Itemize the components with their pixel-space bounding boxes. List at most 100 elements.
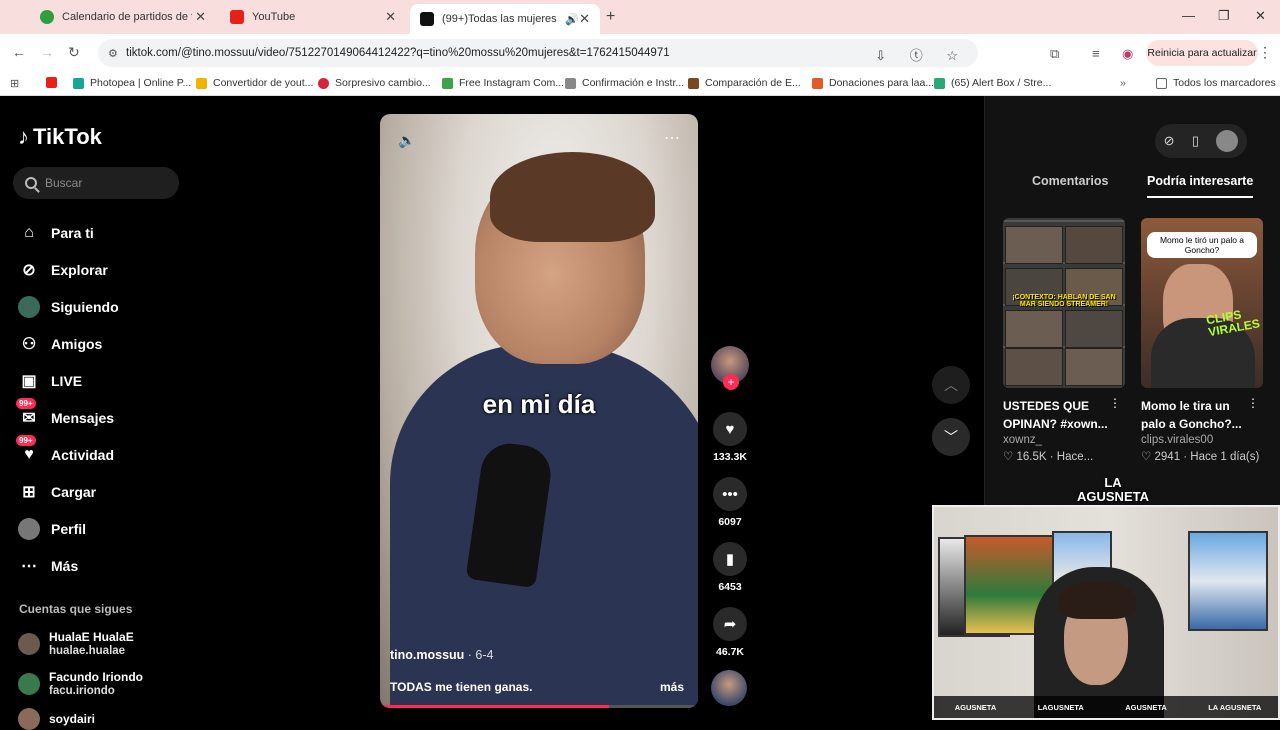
reload-icon[interactable]: ↻	[68, 44, 80, 61]
search-input[interactable]	[45, 176, 165, 190]
more-options-icon[interactable]: ⋯	[664, 128, 680, 148]
more-description-link[interactable]: más	[660, 680, 684, 694]
share-button[interactable]: ➦ 46.7K	[708, 607, 752, 658]
live-icon: ▣	[21, 372, 37, 390]
extensions-icon[interactable]: ⧉	[1050, 46, 1059, 62]
video-thumbnail: Momo le tiró un palo a Goncho? CLIPS VIR…	[1141, 218, 1263, 388]
activity-icon: ♥ 99+	[16, 434, 40, 466]
more-icon: ⋯	[21, 557, 37, 575]
recommended-video-card[interactable]: ¡CONTEXTO: HABLAN DE SAN MAR SIENDO STRE…	[1003, 218, 1125, 463]
nav-actividad[interactable]: ♥ 99+ Actividad	[16, 434, 119, 473]
tiktok-logo[interactable]: ♪ TikTok	[18, 124, 102, 150]
video-progress-bar[interactable]	[380, 705, 698, 708]
restore-icon[interactable]: ❐	[1218, 8, 1230, 24]
notification-badge: 99+	[16, 434, 36, 446]
post-date: · 6-4	[467, 648, 494, 662]
forward-icon[interactable]: →	[40, 44, 54, 60]
heart-icon: ♥	[713, 412, 747, 446]
close-icon[interactable]: ✕	[385, 9, 396, 25]
compass-icon: ⊘	[22, 261, 36, 279]
comment-button[interactable]: ••• 6097	[708, 477, 752, 528]
nav-para-ti[interactable]: ⌂ Para ti	[18, 214, 119, 251]
bookmark-label: Free Instagram Com...	[459, 77, 565, 89]
bookmark-sorpresivo[interactable]: Sorpresivo cambio...	[318, 77, 431, 89]
site-icon	[934, 77, 945, 89]
nav-siguiendo[interactable]: Siguiendo	[18, 288, 119, 325]
card-author[interactable]: clips.virales00	[1141, 434, 1263, 446]
tab-podria-interesarte[interactable]: Podría interesarte	[1147, 174, 1254, 198]
like-button[interactable]: ♥ 133.3K	[708, 412, 752, 463]
tab-title: YouTube	[252, 11, 296, 23]
all-bookmarks[interactable]: Todos los marcadores	[1156, 77, 1276, 89]
nav-label: Más	[51, 557, 79, 574]
share-count: 46.7K	[715, 646, 745, 658]
recommended-video-card[interactable]: Momo le tiró un palo a Goncho? CLIPS VIR…	[1141, 218, 1263, 463]
omnibox-actions[interactable]: ⇩ ⓣ ☆	[875, 45, 968, 64]
comment-icon: •••	[713, 477, 747, 511]
new-tab-button[interactable]: +	[606, 8, 615, 26]
minimize-icon[interactable]: —	[1182, 8, 1195, 23]
address-bar[interactable]: ⚙ tiktok.com/@tino.mossuu/video/75122701…	[98, 39, 978, 67]
bookmark-instagram[interactable]: Free Instagram Com...	[442, 77, 564, 89]
nav-cargar[interactable]: ⊞ Cargar	[18, 473, 119, 510]
browser-tab-tiktok[interactable]: (99+)Todas las mujeres me 🔊 ✕	[410, 4, 600, 34]
phone-icon[interactable]: ▯	[1192, 133, 1199, 149]
account-item[interactable]: HualaE HualaE hualae.hualae	[18, 630, 134, 658]
browser-tabstrip: Calendario de partidos de fútbol ✕ YouTu…	[0, 0, 1280, 34]
bookmark-youtube[interactable]	[46, 77, 63, 88]
next-video-button[interactable]: ﹀	[932, 418, 970, 456]
bookmark-photopea[interactable]: Photopea | Online P...	[73, 77, 191, 89]
profile-icon[interactable]: ◉	[1122, 46, 1133, 62]
search-box[interactable]	[13, 167, 179, 199]
photopea-icon	[73, 77, 84, 89]
bookmark-confirmacion[interactable]: Confirmación e Instr...	[565, 77, 684, 89]
upload-icon: ⊞	[22, 483, 36, 501]
video-player[interactable]: 🔈 ⋯ en mi día tino.mossuu · 6-4 TODAS me…	[380, 114, 698, 708]
site-info-icon[interactable]: ⚙	[108, 47, 118, 60]
bookmark-label: Sorpresivo cambio...	[335, 77, 431, 89]
save-button[interactable]: ▮ 6453	[708, 542, 752, 593]
tab-comentarios[interactable]: Comentarios	[1032, 174, 1108, 188]
media-icon[interactable]: ≡	[1092, 46, 1100, 61]
volume-icon[interactable]: 🔈	[398, 132, 415, 149]
video-author[interactable]: tino.mossuu · 6-4	[390, 648, 494, 662]
bookmark-comparacion[interactable]: Comparación de E...	[688, 77, 801, 89]
speaker-icon[interactable]: 🔊	[565, 13, 579, 26]
follow-plus-icon[interactable]: +	[723, 374, 739, 390]
nav-amigos[interactable]: ⚇ Amigos	[18, 325, 119, 362]
nav-explorar[interactable]: ⊘ Explorar	[18, 251, 119, 288]
nav-mensajes[interactable]: ✉ 99+ Mensajes	[16, 397, 119, 436]
card-menu-icon[interactable]: ⋮	[1109, 396, 1121, 410]
nav-mas[interactable]: ⋯ Más	[18, 547, 119, 584]
card-menu-icon[interactable]: ⋮	[1247, 396, 1259, 410]
browser-menu-icon[interactable]: ⋮	[1258, 44, 1272, 61]
coin-icon[interactable]: ⊘	[1164, 133, 1175, 149]
sound-avatar[interactable]	[711, 670, 747, 706]
browser-tab-youtube[interactable]: YouTube ✕	[220, 4, 406, 30]
bookmark-label: (65) Alert Box / Stre...	[951, 77, 1052, 89]
close-icon[interactable]: ✕	[579, 11, 590, 27]
nav-perfil[interactable]: Perfil	[18, 510, 119, 547]
card-author[interactable]: xownz_	[1003, 434, 1125, 446]
close-window-icon[interactable]: ✕	[1255, 8, 1266, 24]
profile-icon	[18, 517, 40, 540]
account-item[interactable]: soydairi	[18, 708, 95, 730]
more-bookmarks-icon[interactable]: »	[1120, 77, 1126, 89]
previous-video-button[interactable]: ︿	[932, 366, 970, 404]
browser-tab-calendario[interactable]: Calendario de partidos de fútbol ✕	[30, 4, 216, 30]
bookmark-donaciones[interactable]: Donaciones para laa...	[812, 77, 934, 89]
nav-label: LIVE	[51, 372, 83, 389]
avatar[interactable]	[1216, 130, 1239, 152]
bookmark-alertbox[interactable]: (65) Alert Box / Stre...	[934, 77, 1051, 89]
bookmark-label: Comparación de E...	[705, 77, 801, 89]
account-handle: hualae.hualae	[49, 645, 126, 657]
card-title: Momo le tira un palo a Goncho?...	[1141, 397, 1263, 433]
nav-live[interactable]: ▣ LIVE	[18, 362, 119, 399]
bookmark-convertidor[interactable]: Convertidor de yout...	[196, 77, 313, 89]
apps-grid-icon[interactable]: ⊞	[10, 77, 19, 90]
account-item[interactable]: Facundo Iriondo facu.iriondo	[18, 670, 143, 698]
back-icon[interactable]: ←	[12, 44, 26, 60]
creator-avatar[interactable]: +	[711, 346, 749, 390]
restart-update-button[interactable]: Reinicia para actualizar	[1146, 40, 1258, 66]
close-icon[interactable]: ✕	[195, 9, 206, 25]
